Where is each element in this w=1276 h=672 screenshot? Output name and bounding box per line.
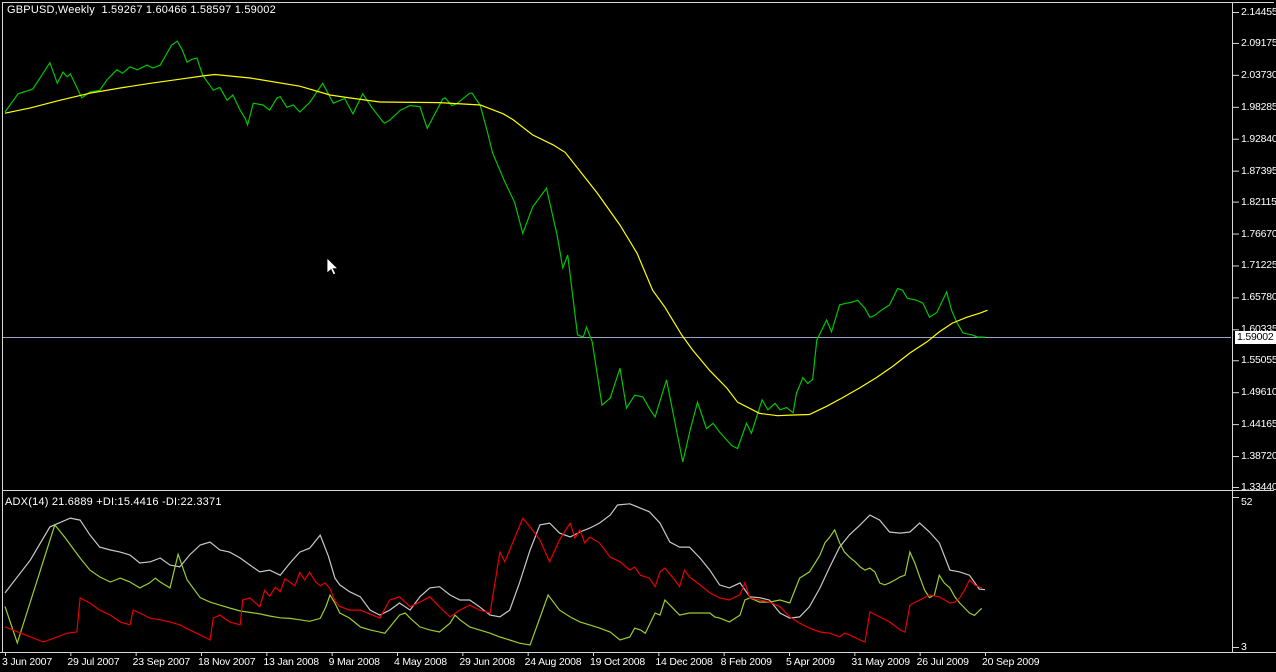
price-axis-label: 1.55055 [1241, 354, 1276, 367]
time-axis[interactable]: 3 Jun 2007 29 Jul 2007 23 Sep 2007 18 Nov 2… [0, 653, 1233, 672]
price-axis-label: 1.65780 [1241, 291, 1276, 304]
mouse-cursor-icon [326, 257, 339, 276]
price-axis-label: 1.38720 [1241, 450, 1276, 463]
price-axis-label: 1.76670 [1241, 227, 1276, 240]
price-axis-label: 2.03730 [1241, 68, 1276, 81]
chart-title: GBPUSD,Weekly 1.59267 1.60466 1.58597 1.… [7, 4, 276, 16]
indicator-axis-label: 3 [1241, 641, 1247, 653]
date-axis-label: 23 Sep 2007 [132, 656, 191, 668]
indicator-axis[interactable]: 52 3 [1233, 496, 1276, 653]
price-axis-label: 1.49610 [1241, 386, 1276, 399]
date-axis-label: 24 Aug 2008 [524, 656, 582, 668]
date-axis-label: 13 Jan 2008 [263, 656, 319, 668]
price-axis-label: 1.98285 [1241, 100, 1276, 113]
date-axis-label: 26 Jul 2009 [916, 656, 969, 668]
indicator-axis-label: 52 [1241, 496, 1253, 508]
date-axis-label: 29 Jun 2008 [459, 656, 515, 668]
price-axis-label: 1.82115 [1241, 195, 1276, 208]
date-axis-label: 9 Mar 2008 [328, 656, 380, 668]
date-axis-label: 8 Feb 2009 [720, 656, 772, 668]
price-axis-label: 1.33440 [1241, 480, 1276, 493]
chart-window: GBPUSD,Weekly 1.59267 1.60466 1.58597 1.… [0, 0, 1276, 672]
date-axis-label: 18 Nov 2007 [198, 656, 256, 668]
price-axis-label: 1.71225 [1241, 259, 1276, 272]
main-plot-area[interactable] [3, 3, 1231, 489]
price-axis[interactable]: 2.14455 2.09175 2.03730 1.98285 1.92840 1.873… [1233, 0, 1276, 497]
date-axis-label: 14 Dec 2008 [655, 656, 713, 668]
price-axis-label: 2.09175 [1241, 36, 1276, 49]
indicator-label: ADX(14) 21.6889 +DI:15.4416 -DI:22.3371 [5, 496, 222, 508]
price-axis-label: 1.44165 [1241, 418, 1276, 431]
date-axis-label: 3 Jun 2007 [2, 656, 52, 668]
date-axis-label: 19 Oct 2008 [590, 656, 646, 668]
date-axis-label: 20 Sep 2009 [982, 656, 1040, 668]
date-axis-label: 5 Apr 2009 [786, 656, 835, 668]
price-axis-label: 1.87395 [1241, 164, 1276, 177]
date-axis-label: 31 May 2009 [851, 656, 910, 668]
date-axis-label: 29 Jul 2007 [67, 656, 120, 668]
current-price-tag: 1.59002 [1235, 331, 1276, 344]
price-axis-label: 2.14455 [1241, 6, 1276, 18]
indicator-plot-area[interactable] [3, 497, 1231, 648]
date-axis-label: 4 May 2008 [394, 656, 447, 668]
price-axis-label: 1.92840 [1241, 132, 1276, 145]
